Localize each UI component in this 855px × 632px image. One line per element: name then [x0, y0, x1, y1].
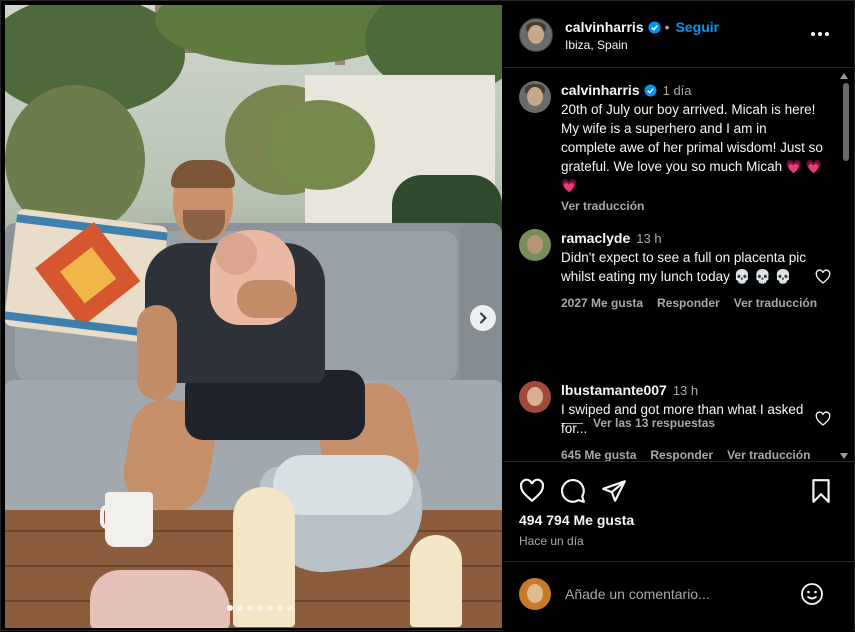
comment-text: I swiped and got more than what I asked …	[561, 402, 804, 436]
carousel-dot	[277, 605, 283, 611]
verified-badge-icon	[644, 84, 657, 97]
bookmark-icon[interactable]	[808, 478, 834, 504]
separator: •	[664, 19, 670, 35]
carousel-dot	[287, 605, 293, 611]
timestamp: 13 h	[672, 383, 699, 398]
username-link[interactable]: calvinharris	[561, 82, 640, 98]
carousel-dot	[257, 605, 263, 611]
next-arrow-icon	[480, 312, 487, 324]
avatar	[519, 578, 551, 610]
carousel-dot	[247, 605, 253, 611]
translate-link[interactable]: Ver traducción	[561, 199, 644, 213]
reply-button[interactable]: Responder	[657, 296, 720, 310]
carousel-dot	[237, 605, 243, 611]
carousel-next-button[interactable]	[470, 305, 496, 331]
carousel-dot	[227, 605, 233, 611]
likes-count[interactable]: 494 794 Me gusta	[519, 512, 634, 528]
username-link[interactable]: lbustamante007	[561, 382, 667, 398]
post-photo[interactable]	[5, 5, 502, 628]
skull-emojis: 💀 💀 💀	[733, 269, 792, 284]
carousel-dot	[267, 605, 273, 611]
rose-quartz	[90, 570, 230, 628]
more-options-icon[interactable]	[808, 25, 832, 43]
caption-text: 20th of July our boy arrived. Micah is h…	[561, 102, 823, 174]
follow-button[interactable]: Seguir	[676, 19, 720, 35]
avatar[interactable]	[519, 81, 551, 113]
heart-icon[interactable]	[815, 411, 831, 427]
likes-count[interactable]: 2027 Me gusta	[561, 296, 643, 310]
mug	[105, 492, 153, 547]
add-comment-bar: Añade un comentario...	[503, 561, 854, 632]
location-link[interactable]: Ibiza, Spain	[565, 38, 628, 52]
avatar[interactable]	[519, 381, 551, 413]
comment-icon[interactable]	[560, 478, 586, 504]
post-timestamp: Hace un día	[519, 534, 584, 548]
translate-link[interactable]: Ver traducción	[727, 448, 810, 461]
scroll-up-icon[interactable]	[840, 73, 848, 79]
avatar[interactable]	[519, 229, 551, 261]
scroll-down-icon[interactable]	[840, 453, 848, 459]
share-icon[interactable]	[601, 478, 627, 504]
emoji-icon[interactable]	[800, 582, 824, 606]
reply-button[interactable]: Responder	[650, 448, 713, 461]
candle	[410, 535, 462, 627]
username-link[interactable]: calvinharris	[565, 19, 644, 35]
comments-list[interactable]: calvinharris 1 día 20th of July our boy a…	[503, 69, 854, 461]
avatar[interactable]	[519, 18, 553, 52]
username-link[interactable]: ramaclyde	[561, 230, 630, 246]
timestamp: 13 h	[636, 231, 662, 246]
heart-icon[interactable]	[815, 269, 831, 285]
heart-icon[interactable]	[519, 478, 545, 504]
verified-badge-icon	[648, 21, 661, 34]
post-actions: 494 794 Me gusta Hace un día	[503, 461, 854, 571]
timestamp: 1 día	[662, 83, 692, 98]
post-details-panel: calvinharris • Seguir Ibiza, Spain calvinh…	[503, 1, 854, 632]
scrollbar-thumb[interactable]	[843, 83, 849, 161]
translate-link[interactable]: Ver traducción	[734, 296, 817, 310]
carousel-indicator	[227, 605, 293, 611]
instagram-post-modal: calvinharris • Seguir Ibiza, Spain calvinh…	[0, 0, 855, 632]
likes-count[interactable]: 645 Me gusta	[561, 448, 636, 461]
add-comment-input[interactable]: Añade un comentario...	[565, 586, 710, 602]
post-header: calvinharris • Seguir Ibiza, Spain	[503, 1, 854, 68]
